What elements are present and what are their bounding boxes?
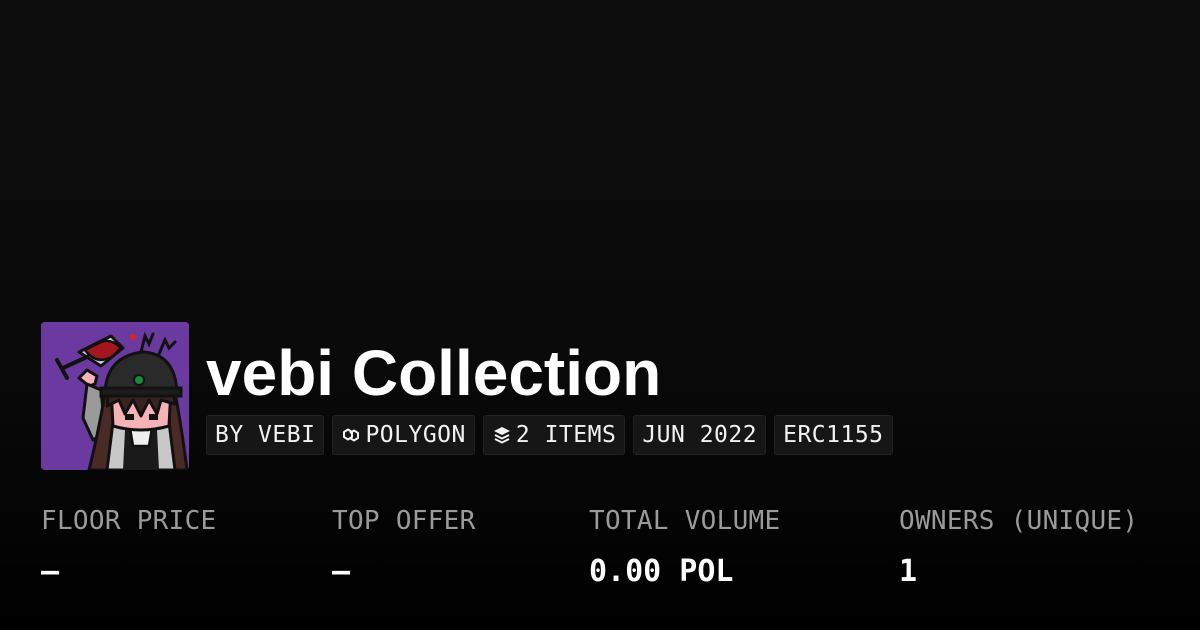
collection-avatar (41, 322, 189, 470)
stat-total-volume-label: TOTAL VOLUME (589, 506, 781, 536)
stat-top-offer-value: – (332, 554, 351, 589)
stat-owners-value: 1 (899, 554, 918, 589)
tag-items[interactable]: 2 ITEMS (482, 415, 626, 455)
collection-tags: BY VEBI POLYGON 2 ITEMS JUN 2022 ERC1155 (206, 415, 893, 455)
tag-creator[interactable]: BY VEBI (206, 415, 325, 455)
stat-total-volume-value: 0.00 POL (589, 554, 734, 589)
stat-owners-label: OWNERS (UNIQUE) (899, 506, 1139, 536)
stat-floor-price-label: FLOOR PRICE (41, 506, 217, 536)
stat-total-volume: TOTAL VOLUME 0.00 POL (589, 500, 780, 602)
tag-standard-label: ERC1155 (783, 422, 884, 448)
stat-top-offer: TOP OFFER – (332, 500, 476, 602)
tag-chain[interactable]: POLYGON (332, 415, 475, 455)
layers-icon (492, 425, 512, 445)
collection-stats: FLOOR PRICE – TOP OFFER – TOTAL VOLUME 0… (0, 500, 1200, 600)
tag-date-label: JUN 2022 (642, 422, 758, 448)
collection-preview-card: vebi Collection BY VEBI POLYGON 2 ITEMS … (0, 0, 1200, 630)
stat-floor-price: FLOOR PRICE – (41, 500, 217, 602)
tag-chain-label: POLYGON (365, 422, 466, 448)
stat-floor-price-value: – (41, 554, 60, 589)
tag-date[interactable]: JUN 2022 (633, 415, 767, 455)
tag-creator-label: BY VEBI (215, 422, 316, 448)
stat-top-offer-label: TOP OFFER (332, 506, 476, 536)
tag-items-label: 2 ITEMS (515, 422, 617, 448)
collection-title: vebi Collection (206, 337, 662, 409)
polygon-icon (341, 425, 361, 445)
avatar-character-illustration (41, 322, 189, 470)
stat-owners: OWNERS (UNIQUE) 1 (899, 500, 1138, 602)
tag-standard[interactable]: ERC1155 (774, 415, 893, 455)
